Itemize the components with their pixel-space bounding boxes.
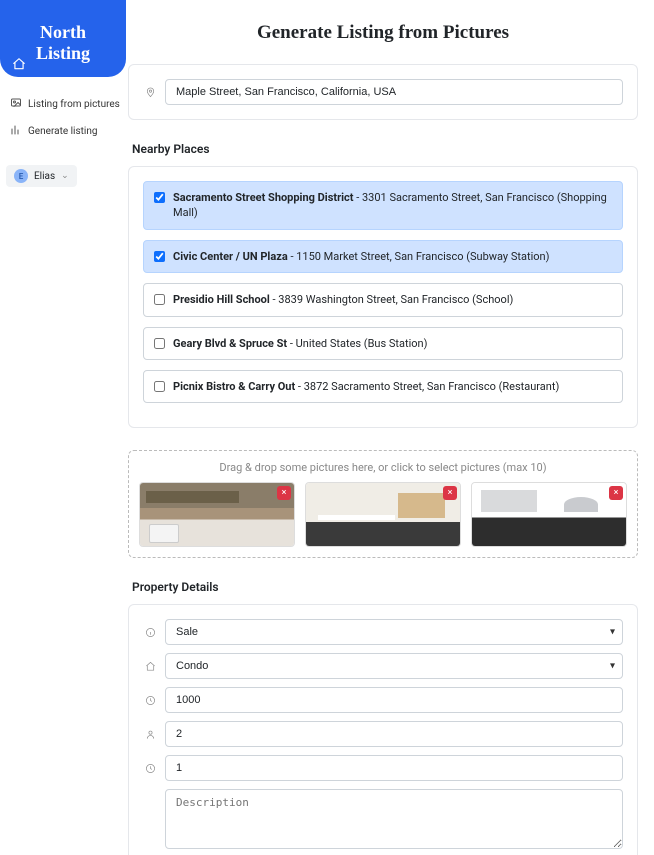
property-details-card: ▾ ▾ [128,604,638,855]
nearby-place-text: Sacramento Street Shopping District - 33… [173,190,612,221]
property-type-select[interactable] [165,653,623,679]
person-icon [143,721,157,747]
image-icon [10,97,22,112]
nearby-place-item[interactable]: Geary Blvd & Spruce St - United States (… [143,327,623,360]
nearby-place-name: Geary Blvd & Spruce St [173,337,287,350]
main: Generate Listing from Pictures Nearby Pl… [126,0,654,855]
remove-image-button[interactable]: × [609,486,623,500]
nearby-place-checkbox[interactable] [154,381,165,392]
brand-line1: North [10,22,116,43]
description-textarea[interactable] [165,789,623,849]
property-details-label: Property Details [132,580,638,594]
nearby-place-meta: 3872 Sacramento Street, San Francisco (R… [304,380,560,393]
nearby-place-meta: United States (Bus Station) [296,337,428,350]
nearby-places-card: Sacramento Street Shopping District - 33… [128,166,638,428]
nearby-place-name: Civic Center / UN Plaza [173,250,288,263]
dropzone-hint: Drag & drop some pictures here, or click… [139,461,627,474]
sidebar-item-generate-listing[interactable]: Generate listing [6,118,120,145]
listing-type-select[interactable] [165,619,623,645]
area-input[interactable] [165,687,623,713]
nearby-place-meta: 3839 Washington Street, San Francisco (S… [278,293,513,306]
nearby-places-label: Nearby Places [132,142,638,156]
sidebar-item-label: Listing from pictures [28,99,120,110]
nearby-place-name: Picnix Bistro & Carry Out [173,380,295,393]
clock-icon [143,755,157,781]
remove-image-button[interactable]: × [443,486,457,500]
uploaded-image[interactable]: × [471,482,627,547]
nearby-place-item[interactable]: Picnix Bistro & Carry Out - 3872 Sacrame… [143,370,623,403]
nearby-place-checkbox[interactable] [154,251,165,262]
avatar: E [14,169,28,183]
pin-icon [143,79,157,105]
nearby-place-item[interactable]: Sacramento Street Shopping District - 33… [143,181,623,230]
brand-badge: North Listing [0,0,126,77]
nearby-place-checkbox[interactable] [154,294,165,305]
bars-icon [10,124,22,139]
user-name: Elias [34,171,55,182]
home-icon [143,653,157,679]
nearby-place-checkbox[interactable] [154,192,165,203]
sidebar-item-listing-from-pictures[interactable]: Listing from pictures [6,91,120,118]
uploaded-image[interactable]: × [139,482,295,547]
user-menu[interactable]: E Elias ⌄ [6,165,77,187]
nearby-place-text: Geary Blvd & Spruce St - United States (… [173,336,612,351]
nearby-place-item[interactable]: Civic Center / UN Plaza - 1150 Market St… [143,240,623,273]
nearby-place-text: Civic Center / UN Plaza - 1150 Market St… [173,249,612,264]
home-icon [12,56,26,70]
nearby-place-text: Picnix Bistro & Carry Out - 3872 Sacrame… [173,379,612,394]
nearby-place-name: Presidio Hill School [173,293,270,306]
nearby-place-meta: 1150 Market Street, San Francisco (Subwa… [296,250,549,263]
nearby-place-name: Sacramento Street Shopping District [173,191,353,204]
nearby-place-text: Presidio Hill School - 3839 Washington S… [173,292,612,307]
remove-image-button[interactable]: × [277,486,291,500]
page-title: Generate Listing from Pictures [128,22,638,44]
bedrooms-input[interactable] [165,721,623,747]
uploaded-image[interactable]: × [305,482,461,547]
image-dropzone[interactable]: Drag & drop some pictures here, or click… [128,450,638,558]
info-icon [143,619,157,645]
bathrooms-input[interactable] [165,755,623,781]
area-icon [143,687,157,713]
nearby-place-item[interactable]: Presidio Hill School - 3839 Washington S… [143,283,623,316]
sidebar: North Listing Listing from pictures Gene… [0,0,126,855]
sidebar-item-label: Generate listing [28,126,98,137]
nearby-place-checkbox[interactable] [154,338,165,349]
address-card [128,64,638,120]
chevron-down-icon: ⌄ [61,171,69,181]
address-input[interactable] [165,79,623,105]
